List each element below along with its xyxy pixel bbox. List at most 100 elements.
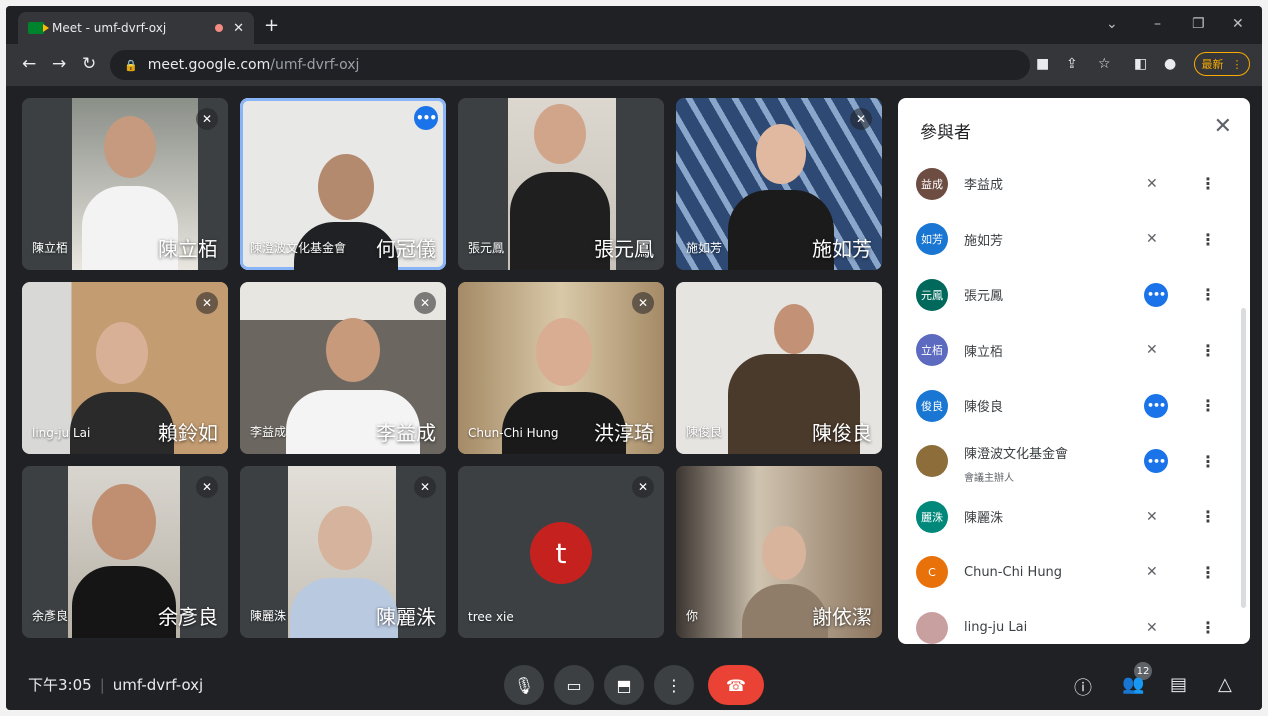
more-vert-icon[interactable]: ⋮	[1200, 507, 1216, 526]
more-vert-icon[interactable]: ⋮	[1200, 563, 1216, 582]
participant-row[interactable]: 元鳳 張元鳳 ••• ⋮	[898, 267, 1238, 323]
leave-call-button[interactable]: ☎	[708, 665, 764, 705]
more-vert-icon[interactable]: ⋮	[1200, 452, 1216, 471]
tile-name: 陳麗洙	[376, 605, 436, 629]
participant-name: 陳俊良	[964, 400, 1004, 416]
microphone-icon: 🎙	[513, 675, 535, 695]
video-tile[interactable]: ✕ 施如芳 施如芳	[676, 98, 882, 270]
video-tile[interactable]: 陳俊良 陳俊良	[676, 282, 882, 454]
mic-off-icon[interactable]: ✕	[1146, 620, 1158, 636]
video-tile[interactable]: ✕ 李益成 李益成	[240, 282, 446, 454]
more-vert-icon[interactable]: ⋮	[1200, 341, 1216, 360]
tile-name: 余彥良	[158, 605, 218, 629]
video-tile[interactable]: ••• 陳澄波文化基金會 何冠儀	[240, 98, 446, 270]
browser-toolbar: ← → ↻ 🔒 meet.google.com/umf-dvrf-oxj ■ ⇪…	[6, 44, 1262, 86]
video-tile[interactable]: ✕ 余彥良 余彥良	[22, 466, 228, 638]
chat-icon[interactable]: ▤	[1170, 674, 1187, 695]
tab-strip: Meet - umf-dvrf-oxj ✕ + ⌄ – ❐ ✕	[6, 6, 1262, 44]
new-tab-button[interactable]: +	[264, 15, 279, 36]
video-tile[interactable]: ✕ Chun-Chi Hung 洪淳琦	[458, 282, 664, 454]
mic-off-icon: ✕	[850, 108, 872, 130]
tile-caption: 陳俊良	[686, 425, 723, 439]
participant-avatar: 益成	[916, 167, 948, 200]
url-path: /umf-dvrf-oxj	[270, 57, 360, 73]
more-vert-icon[interactable]: ⋮	[1200, 230, 1216, 249]
restore-button[interactable]: ❐	[1192, 16, 1205, 32]
tab-search-icon[interactable]: ⌄	[1106, 16, 1118, 32]
side-panel-icon[interactable]: ◧	[1134, 56, 1147, 72]
participant-avatar: 元鳳	[916, 278, 948, 311]
tile-caption: tree xie	[468, 610, 514, 624]
speaking-indicator-icon: •••	[1144, 449, 1168, 474]
mic-off-icon[interactable]: ✕	[1146, 176, 1158, 192]
more-options-button[interactable]: ⋮	[654, 665, 694, 705]
participants-panel: 參與者 ✕ 益成 李益成 ✕ ⋮ 如芳 施如芳 ✕ ⋮ 元鳳 張元鳳 ••• ⋮ 立栢 陳立栢 ✕ ⋮ 俊良 陳俊…	[898, 98, 1250, 644]
participant-row[interactable]: C Chun-Chi Hung ✕ ⋮	[898, 545, 1238, 601]
mic-off-icon[interactable]: ✕	[1146, 564, 1158, 580]
more-vert-icon[interactable]: ⋮	[1200, 174, 1216, 193]
participant-avatar	[916, 611, 948, 644]
person-head	[92, 484, 156, 560]
bookmark-star-icon[interactable]: ☆	[1098, 56, 1111, 72]
camera-icon[interactable]: ■	[1036, 56, 1049, 72]
camera-button[interactable]: ▭	[554, 665, 594, 705]
activities-icon[interactable]: △	[1218, 674, 1232, 695]
update-button[interactable]: 最新 ⋮	[1194, 52, 1250, 76]
more-vert-icon[interactable]: ⋮	[1200, 285, 1216, 304]
back-button[interactable]: ←	[22, 54, 36, 74]
participant-row[interactable]: 陳澄波文化基金會 會議主辦人 ••• ⋮	[898, 434, 1238, 490]
video-tile[interactable]: ✕ 陳立栢 陳立栢	[22, 98, 228, 270]
profile-icon[interactable]: ●	[1164, 56, 1176, 72]
participant-avatar	[916, 445, 948, 478]
video-camera-icon: ▭	[566, 675, 582, 695]
mic-off-icon[interactable]: ✕	[1146, 231, 1158, 247]
tile-caption: 陳澄波文化基金會	[250, 241, 347, 255]
more-vert-icon[interactable]: ⋮	[1200, 396, 1216, 415]
reload-button[interactable]: ↻	[82, 54, 96, 74]
video-tile[interactable]: ✕ ling-ju Lai 賴鈴如	[22, 282, 228, 454]
tab-close-icon[interactable]: ✕	[233, 21, 244, 36]
participant-name: 施如芳	[964, 233, 1004, 249]
browser-tab[interactable]: Meet - umf-dvrf-oxj ✕	[18, 12, 254, 44]
participant-row[interactable]: 如芳 施如芳 ✕ ⋮	[898, 212, 1238, 268]
tile-name: 張元鳳	[594, 237, 654, 261]
close-window-button[interactable]: ✕	[1232, 16, 1244, 32]
mic-off-icon[interactable]: ✕	[1146, 342, 1158, 358]
participant-row[interactable]: 俊良 陳俊良 ••• ⋮	[898, 378, 1238, 434]
people-icon[interactable]: 👥	[1122, 674, 1144, 695]
participant-row[interactable]: 立栢 陳立栢 ✕ ⋮	[898, 323, 1238, 379]
menu-dots-icon: ⋮	[1231, 57, 1243, 71]
scrollbar[interactable]	[1241, 308, 1246, 608]
present-button[interactable]: ⬒	[604, 665, 644, 705]
tile-name: 洪淳琦	[594, 421, 654, 445]
forward-button[interactable]: →	[52, 54, 66, 74]
mic-off-icon[interactable]: ✕	[1146, 509, 1158, 525]
mic-off-icon: ✕	[196, 292, 218, 314]
tile-caption: 陳麗洙	[250, 609, 287, 623]
tile-name: 何冠儀	[376, 237, 436, 261]
speaking-indicator-icon: •••	[1144, 393, 1168, 418]
info-icon[interactable]: ⓘ	[1074, 674, 1092, 700]
video-tile[interactable]: t ✕ tree xie	[458, 466, 664, 638]
tile-caption: 你	[686, 609, 699, 623]
tile-name: 謝依潔	[812, 605, 872, 629]
share-icon[interactable]: ⇪	[1066, 56, 1078, 72]
microphone-button[interactable]: 🎙	[504, 665, 544, 705]
minimize-button[interactable]: –	[1154, 16, 1161, 32]
video-tile[interactable]: ✕ 陳麗洙 陳麗洙	[240, 466, 446, 638]
close-icon[interactable]: ✕	[1214, 114, 1232, 139]
meeting-info: 下午3:05 | umf-dvrf-oxj	[28, 676, 204, 694]
person-head	[318, 506, 372, 570]
participant-row[interactable]: 麗洙 陳麗洙 ✕ ⋮	[898, 489, 1238, 545]
address-bar[interactable]: 🔒 meet.google.com/umf-dvrf-oxj	[110, 50, 1030, 80]
person-head	[326, 318, 380, 382]
participant-row[interactable]: 益成 李益成 ✕ ⋮	[898, 156, 1238, 212]
present-screen-icon: ⬒	[616, 675, 632, 695]
more-vert-icon[interactable]: ⋮	[1200, 618, 1216, 637]
lock-icon[interactable]: 🔒	[124, 59, 138, 72]
participant-row[interactable]: ling-ju Lai ✕ ⋮	[898, 600, 1238, 644]
video-tile[interactable]: 張元鳳 張元鳳	[458, 98, 664, 270]
panel-title: 參與者	[920, 123, 971, 143]
video-tile[interactable]: 你 謝依潔	[676, 466, 882, 638]
mic-off-icon: ✕	[196, 476, 218, 498]
